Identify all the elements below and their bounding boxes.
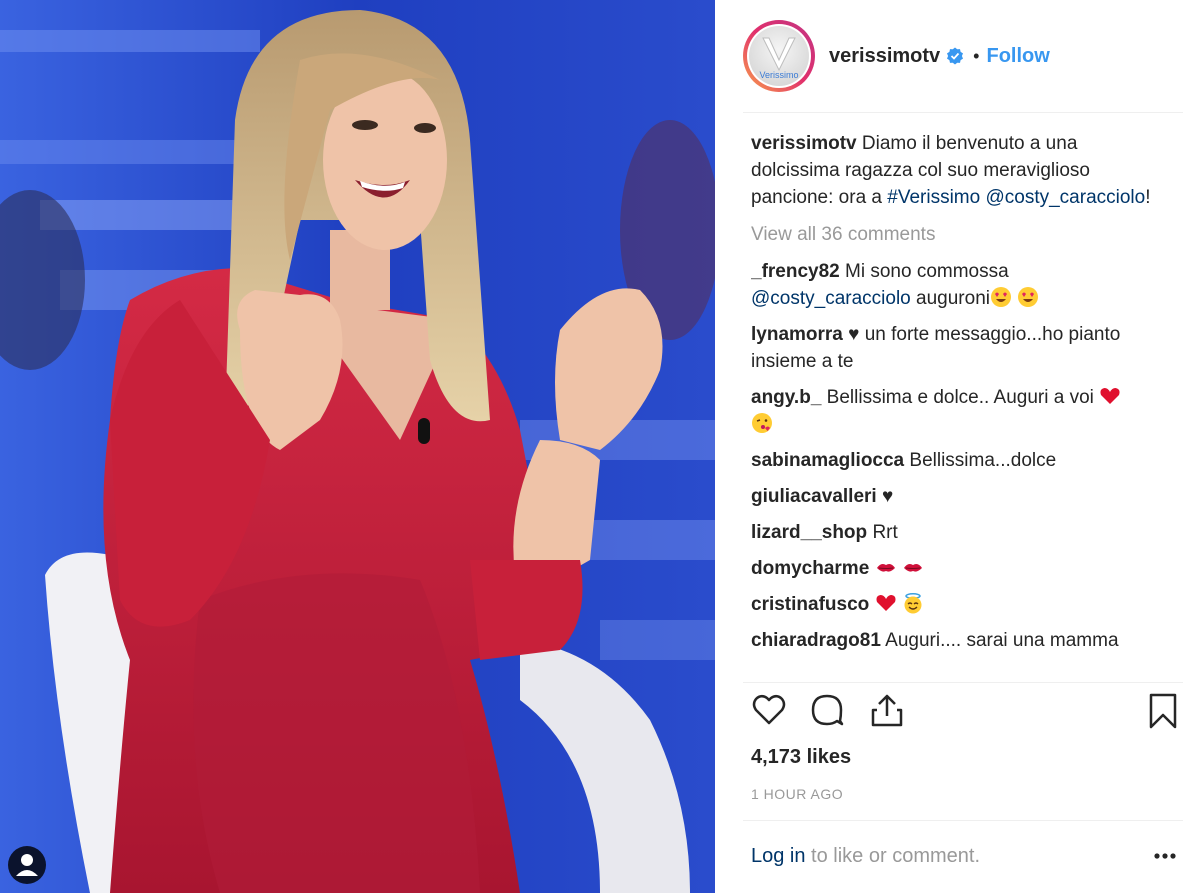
comment-username[interactable]: cristinafusco [751,594,869,615]
comment-username[interactable]: lynamorra [751,324,843,345]
comment-username[interactable]: domycharme [751,558,869,579]
avatar[interactable]: Verissimo [743,20,815,92]
post-photo[interactable] [0,0,715,893]
comment-text: ♥ [881,486,894,507]
comment-username[interactable]: angy.b_ [751,387,821,408]
red-heart-emoji [1100,388,1120,404]
login-link[interactable]: Log in [751,845,806,867]
verissimo-logo: Verissimo [749,26,809,86]
post-side-panel: Verissimo verissimotv • Follow verissimo… [715,0,1198,893]
share-upload-icon[interactable] [869,692,905,728]
kiss-lips-emoji [903,564,922,572]
follow-button[interactable]: Follow [986,45,1049,68]
post-header: Verissimo verissimotv • Follow [743,18,1183,94]
comment-item: chiaradrago81 Auguri.... sarai una mamma [751,627,1161,654]
comment-username[interactable]: lizard__shop [751,522,867,543]
comments-divider [743,682,1183,683]
comment-username[interactable]: chiaradrago81 [751,630,881,651]
caption-username[interactable]: verissimotv [751,133,857,154]
footer-divider [743,820,1183,821]
more-dots-icon[interactable] [1153,852,1177,860]
caption-hashtag[interactable]: #Verissimo [887,187,980,208]
heart-eyes-emoji [990,287,1011,307]
post-caption: verissimotv Diamo il benvenuto a una dol… [751,130,1161,211]
comment-text: Auguri.... sarai una mamma [885,630,1119,651]
comment-item: _frency82 Mi sono commossa @costy_caracc… [751,258,1161,312]
heart-eyes-emoji [1018,287,1039,307]
comment-text: Bellissima...dolce [909,450,1057,471]
header-divider [743,112,1183,113]
comment-item: cristinafusco [751,591,1161,618]
comment-username[interactable]: giuliacavalleri [751,486,877,507]
comment-text: Bellissima e dolce.. Auguri a voi [826,387,1100,408]
comment-mention[interactable]: @costy_caracciolo [751,288,911,309]
speech-bubble-icon[interactable] [809,692,845,728]
svg-text:Verissimo: Verissimo [759,70,798,80]
comment-username[interactable]: _frency82 [751,261,840,282]
comment-item: giuliacavalleri ♥ [751,483,1161,510]
header-username[interactable]: verissimotv [829,45,940,68]
bookmark-icon[interactable] [1147,692,1179,730]
caption-mention[interactable]: @costy_caracciolo [985,187,1145,208]
post-timestamp[interactable]: 1 HOUR AGO [751,786,843,802]
comment-username[interactable]: sabinamagliocca [751,450,904,471]
separator-dot: • [973,45,980,66]
comment-text: Mi sono commossa [845,261,1009,282]
comments-list[interactable]: verissimotv Diamo il benvenuto a una dol… [751,130,1161,682]
login-prompt: Log in to like or comment. [751,845,980,868]
red-heart-emoji [876,595,896,611]
view-all-comments-link[interactable]: View all 36 comments [751,221,1161,248]
photo-illustration [0,0,715,893]
comment-item: sabinamagliocca Bellissima...dolce [751,447,1161,474]
kiss-face-emoji [752,413,772,433]
person-tag-icon[interactable] [8,846,46,884]
kiss-lips-emoji [876,564,895,572]
comment-text: Rrt [872,522,898,543]
comment-item: domycharme [751,555,1161,582]
comment-item: lynamorra ♥ un forte messaggio...ho pian… [751,321,1161,375]
login-rest-text: to like or comment. [805,845,981,867]
likes-count[interactable]: 4,173 likes [751,746,851,769]
verified-badge-icon [947,47,964,65]
action-bar [751,692,1177,732]
caption-end: ! [1145,187,1151,208]
heart-outline-icon[interactable] [751,692,787,728]
comment-text-after: auguroni [910,288,990,309]
comment-item: lizard__shop Rrt [751,519,1161,546]
comment-item: angy.b_ Bellissima e dolce.. Auguri a vo… [751,384,1161,438]
angel-face-emoji [904,593,922,614]
